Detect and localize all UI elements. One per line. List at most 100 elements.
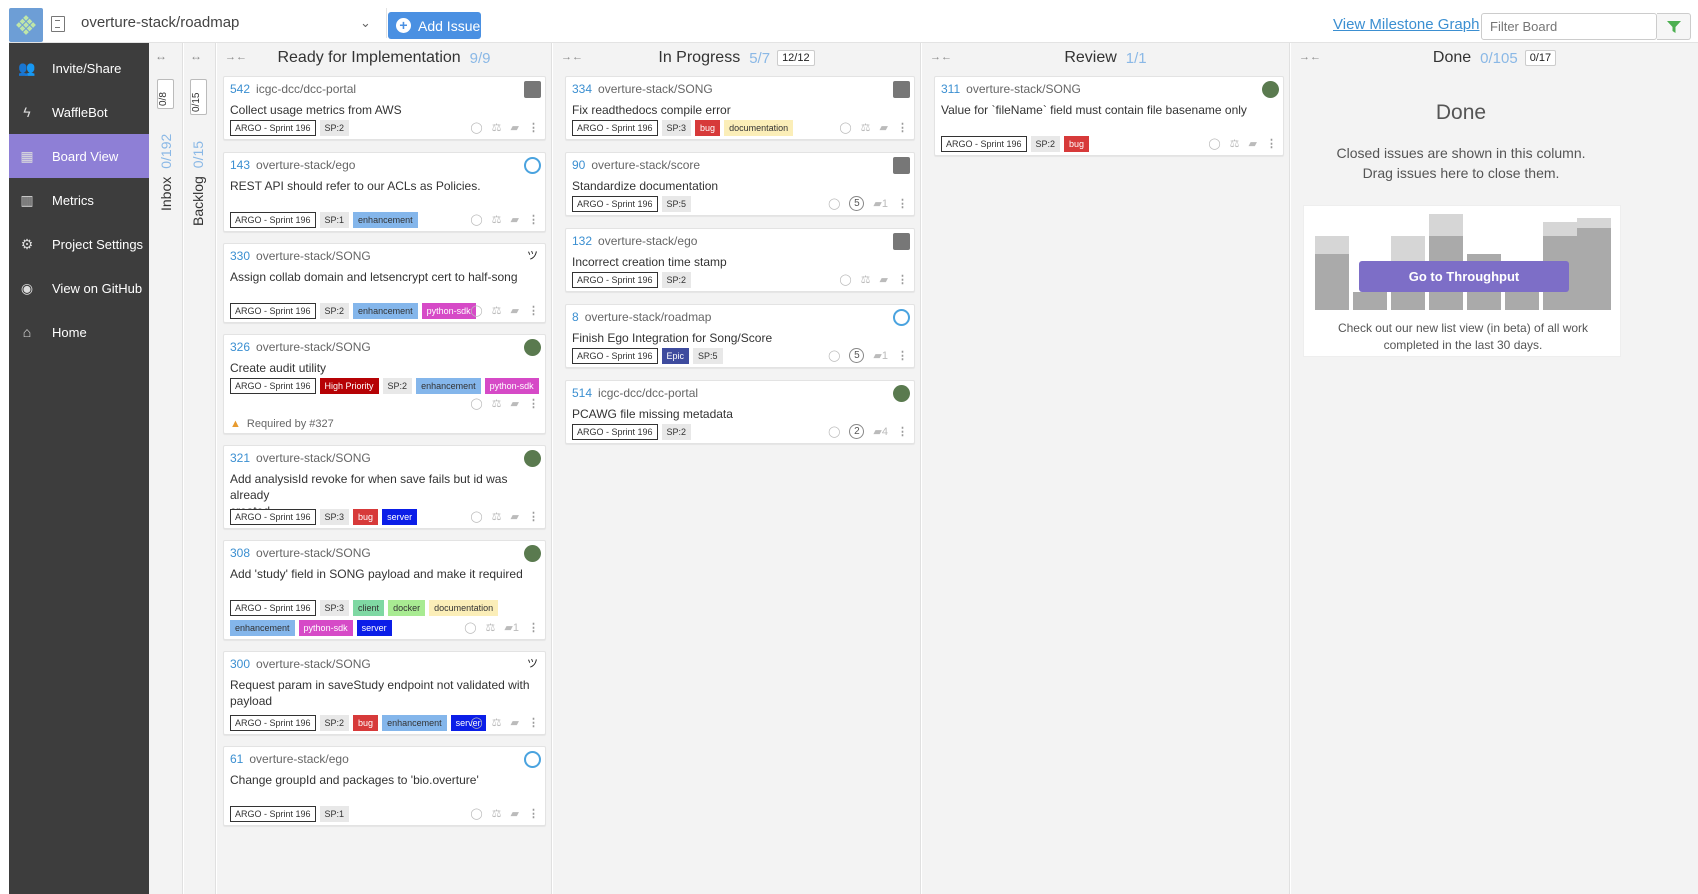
linked-issues-count[interactable]: 5 bbox=[849, 348, 865, 363]
comment-icon[interactable]: ▰1 bbox=[504, 621, 519, 634]
issue-title[interactable]: Standardize documentation bbox=[572, 178, 718, 194]
issue-number[interactable]: 132 bbox=[572, 234, 592, 248]
more-icon[interactable]: ⋮ bbox=[897, 349, 908, 362]
comment-icon[interactable]: ▰ bbox=[511, 510, 519, 523]
label-enhancement[interactable]: enhancement bbox=[353, 303, 418, 319]
github-icon[interactable]: ◯ bbox=[828, 425, 840, 438]
issue-number[interactable]: 300 bbox=[230, 657, 250, 671]
comment-icon[interactable]: ▰ bbox=[880, 121, 888, 134]
label-bug[interactable]: bug bbox=[353, 715, 379, 731]
issue-title[interactable]: Request param in saveStudy endpoint not … bbox=[230, 677, 530, 709]
more-icon[interactable]: ⋮ bbox=[897, 121, 908, 134]
issue-card[interactable]: 8 overture-stack/roadmap Finish Ego Integ… bbox=[565, 304, 915, 368]
label-bug[interactable]: bug bbox=[695, 120, 721, 136]
scale-icon[interactable]: ⚖ bbox=[492, 304, 502, 317]
label-docker[interactable]: docker bbox=[388, 600, 426, 616]
dependency-warning[interactable]: ▲ Required by #327 bbox=[230, 418, 334, 430]
label-sp[interactable]: SP:2 bbox=[382, 378, 413, 394]
label-bug[interactable]: bug bbox=[1064, 136, 1090, 152]
label-enhancement[interactable]: enhancement bbox=[416, 378, 481, 394]
issue-title[interactable]: Create audit utility bbox=[230, 360, 326, 376]
issue-title[interactable]: Add 'study' field in SONG payload and ma… bbox=[230, 566, 523, 582]
scale-icon[interactable]: ⚖ bbox=[492, 716, 502, 729]
label-sp[interactable]: SP:2 bbox=[319, 715, 350, 731]
collapse-arrows-icon[interactable]: →← bbox=[930, 51, 952, 63]
label-server[interactable]: server bbox=[356, 620, 392, 636]
label-sprint[interactable]: ARGO - Sprint 196 bbox=[941, 136, 1027, 152]
more-icon[interactable]: ⋮ bbox=[528, 716, 539, 729]
repo-select[interactable]: overture-stack/roadmap bbox=[81, 14, 381, 36]
label-sp[interactable]: SP:3 bbox=[661, 120, 692, 136]
label-documentation[interactable]: documentation bbox=[429, 600, 499, 616]
label-server[interactable]: server bbox=[382, 509, 418, 525]
issue-card[interactable]: 321 overture-stack/SONG Add analysisId re… bbox=[223, 445, 546, 529]
more-icon[interactable]: ⋮ bbox=[528, 121, 539, 134]
label-sprint[interactable]: ARGO - Sprint 196 bbox=[230, 600, 316, 616]
label-sprint[interactable]: ARGO - Sprint 196 bbox=[230, 120, 316, 136]
label-sp[interactable]: SP:3 bbox=[319, 600, 350, 616]
comment-icon[interactable]: ▰1 bbox=[873, 349, 888, 362]
issue-number[interactable]: 334 bbox=[572, 82, 592, 96]
github-icon[interactable]: ◯ bbox=[464, 621, 476, 634]
label-sprint[interactable]: ARGO - Sprint 196 bbox=[230, 509, 316, 525]
more-icon[interactable]: ⋮ bbox=[1266, 137, 1277, 150]
more-icon[interactable]: ⋮ bbox=[528, 510, 539, 523]
scale-icon[interactable]: ⚖ bbox=[1230, 137, 1240, 150]
avatar[interactable] bbox=[893, 385, 910, 402]
label-enhancement[interactable]: enhancement bbox=[382, 715, 447, 731]
issue-card[interactable]: 311 overture-stack/SONG Value for `fileNa… bbox=[934, 76, 1284, 156]
bot-avatar[interactable] bbox=[893, 309, 910, 326]
label-sp[interactable]: SP:2 bbox=[661, 272, 692, 288]
label-sprint[interactable]: ARGO - Sprint 196 bbox=[572, 348, 658, 364]
github-icon[interactable]: ◯ bbox=[470, 510, 482, 523]
issue-number[interactable]: 61 bbox=[230, 752, 243, 766]
issue-number[interactable]: 143 bbox=[230, 158, 250, 172]
filter-board-input[interactable] bbox=[1481, 13, 1657, 40]
issue-title[interactable]: Assign collab domain and letsencrypt cer… bbox=[230, 269, 518, 285]
more-icon[interactable]: ⋮ bbox=[897, 273, 908, 286]
label-sprint[interactable]: ARGO - Sprint 196 bbox=[230, 303, 316, 319]
avatar[interactable] bbox=[524, 545, 541, 562]
scale-icon[interactable]: ⚖ bbox=[492, 397, 502, 410]
comment-icon[interactable]: ▰ bbox=[511, 397, 519, 410]
avatar[interactable] bbox=[893, 81, 910, 98]
label-bug[interactable]: bug bbox=[353, 509, 379, 525]
sidebar-item-invite-share[interactable]: 👥 Invite/Share bbox=[9, 46, 149, 90]
issue-title[interactable]: Value for `fileName` field must contain … bbox=[941, 102, 1247, 118]
scale-icon[interactable]: ⚖ bbox=[492, 510, 502, 523]
issue-card[interactable]: 132 overture-stack/ego Incorrect creation… bbox=[565, 228, 915, 292]
issue-number[interactable]: 311 bbox=[941, 82, 960, 96]
collapse-arrows-icon[interactable]: →← bbox=[561, 51, 583, 63]
comment-icon[interactable]: ▰ bbox=[880, 273, 888, 286]
issue-title[interactable]: Change groupId and packages to 'bio.over… bbox=[230, 772, 479, 788]
label-sprint[interactable]: ARGO - Sprint 196 bbox=[572, 424, 658, 440]
more-icon[interactable]: ⋮ bbox=[528, 621, 539, 634]
label-client[interactable]: client bbox=[353, 600, 385, 616]
issue-card[interactable]: 326 overture-stack/SONG Create audit util… bbox=[223, 334, 546, 434]
sidebar-item-metrics[interactable]: ▥ Metrics bbox=[9, 178, 149, 222]
avatar[interactable]: ツ bbox=[524, 248, 541, 265]
issue-card[interactable]: 61 overture-stack/ego Change groupId and … bbox=[223, 746, 546, 826]
issue-title[interactable]: Collect usage metrics from AWS bbox=[230, 102, 402, 118]
scale-icon[interactable]: ⚖ bbox=[492, 213, 502, 226]
issue-card[interactable]: 300 overture-stack/SONG ツ Request param i… bbox=[223, 651, 546, 735]
issue-number[interactable]: 330 bbox=[230, 249, 250, 263]
scale-icon[interactable]: ⚖ bbox=[861, 121, 871, 134]
label-sprint[interactable]: ARGO - Sprint 196 bbox=[230, 806, 316, 822]
github-icon[interactable]: ◯ bbox=[470, 121, 482, 134]
comment-icon[interactable]: ▰ bbox=[511, 121, 519, 134]
issue-card[interactable]: 542 icgc-dcc/dcc-portal Collect usage met… bbox=[223, 76, 546, 140]
issue-card[interactable]: 330 overture-stack/SONG ツ Assign collab d… bbox=[223, 243, 546, 323]
expand-arrows-icon[interactable]: ↔ bbox=[190, 49, 202, 63]
inbox-column-collapsed[interactable]: ↔ 0/8 Inbox 0/192 bbox=[149, 43, 183, 894]
more-icon[interactable]: ⋮ bbox=[897, 197, 908, 210]
issue-number[interactable]: 90 bbox=[572, 158, 585, 172]
label-python-sdk[interactable]: python-sdk bbox=[484, 378, 539, 394]
github-icon[interactable]: ◯ bbox=[470, 397, 482, 410]
issue-card[interactable]: 514 icgc-dcc/dcc-portal PCAWG file missin… bbox=[565, 380, 915, 444]
avatar[interactable] bbox=[524, 450, 541, 467]
avatar[interactable] bbox=[893, 233, 910, 250]
scale-icon[interactable]: ⚖ bbox=[492, 121, 502, 134]
issue-title[interactable]: Incorrect creation time stamp bbox=[572, 254, 727, 270]
label-documentation[interactable]: documentation bbox=[724, 120, 794, 136]
